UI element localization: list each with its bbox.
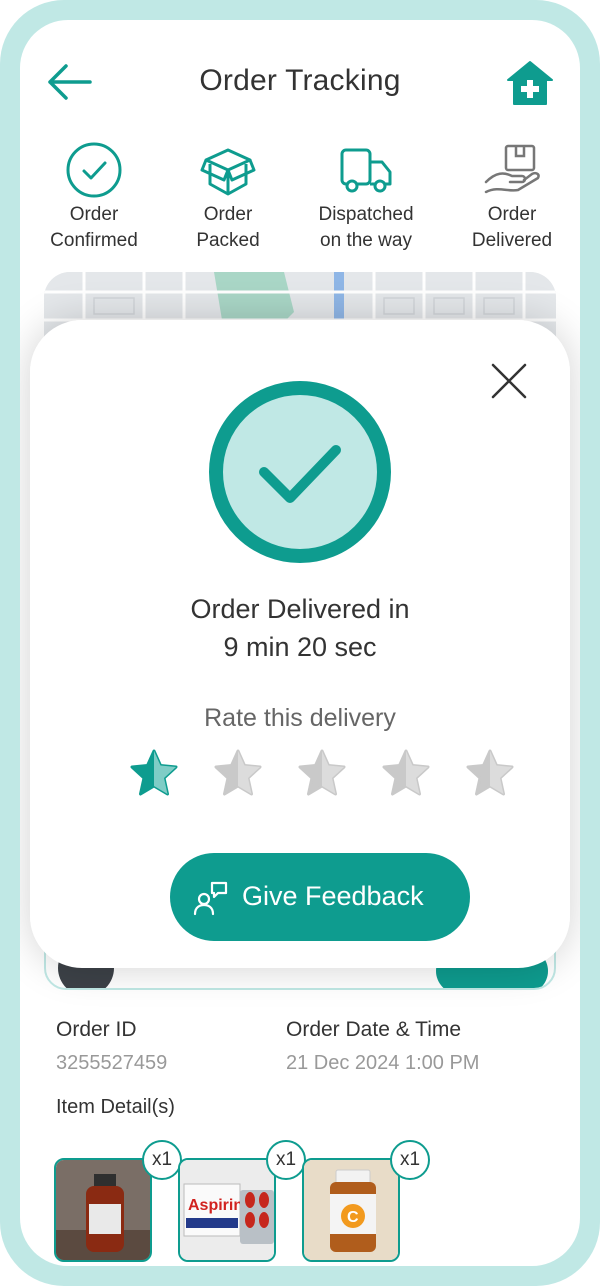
screen: Order Tracking Order Confirmed Order Pac… (20, 20, 580, 1266)
step-label-line1: Dispatched (318, 204, 414, 225)
close-button[interactable] (486, 358, 532, 404)
item-quantity-badge: x1 (266, 1140, 306, 1180)
step-label-line2: on the way (320, 230, 412, 251)
step-label-line1: Order (487, 204, 537, 225)
step-label-line1: Order (69, 204, 119, 225)
step-label-line2: Delivered (471, 230, 553, 251)
item-quantity-badge: x1 (142, 1140, 182, 1180)
delivery-duration: 9 min 20 sec (223, 632, 377, 662)
star-icon-1[interactable] (128, 748, 180, 798)
hand-box-icon (484, 144, 540, 194)
page-title: Order Tracking (199, 64, 401, 97)
rate-delivery-label: Rate this delivery (204, 704, 396, 732)
item-thumbnail-aspirin[interactable]: Aspirin (178, 1158, 276, 1262)
medicine-bottle-image (56, 1160, 150, 1260)
star-rating (106, 748, 514, 800)
step-dispatched: Dispatched on the way (296, 140, 436, 254)
step-order-delivered: Order Delivered (442, 140, 580, 254)
item-quantity-badge: x1 (390, 1140, 430, 1180)
svg-text:Aspirin: Aspirin (188, 1197, 243, 1214)
header: Order Tracking (20, 20, 580, 140)
order-id-value: 3255527459 (56, 1052, 168, 1074)
item-thumbnail-vitamin-c[interactable]: C (302, 1158, 400, 1262)
truck-icon (340, 148, 392, 193)
step-label-line2: Confirmed (50, 230, 138, 251)
order-date-label: Order Date & Time (286, 1018, 462, 1041)
svg-text:C: C (347, 1209, 359, 1226)
star-icon-2[interactable] (212, 748, 264, 798)
order-date-value: 21 Dec 2024 1:00 PM (286, 1052, 480, 1074)
item-list: x1 Aspirin x1 C x1 (54, 1138, 554, 1262)
give-feedback-label: Give Feedback (242, 881, 424, 911)
home-medical-icon (507, 61, 553, 105)
step-order-confirmed: Order Confirmed (24, 140, 164, 254)
step-label-line2: Packed (196, 230, 260, 251)
feedback-chat-icon (193, 881, 228, 916)
delivery-time-message: Order Delivered in 9 min 20 sec (30, 590, 570, 666)
item-details-label: Item Detail(s) (56, 1096, 175, 1118)
give-feedback-button[interactable]: Give Feedback (170, 853, 470, 941)
delivery-message-line: Order Delivered in (190, 594, 410, 624)
order-progress-steps: Order Confirmed Order Packed Dispatched … (20, 140, 580, 280)
order-id-label: Order ID (56, 1018, 137, 1041)
vitamin-c-bottle-image: C (304, 1160, 398, 1260)
close-icon (491, 363, 527, 399)
box-icon (200, 148, 256, 196)
star-icon-4[interactable] (380, 748, 432, 798)
item-thumbnail-bottle[interactable] (54, 1158, 152, 1262)
step-order-packed: Order Packed (158, 140, 298, 254)
aspirin-box-image: Aspirin (180, 1160, 274, 1260)
check-circle-icon (66, 142, 122, 198)
star-icon-5[interactable] (464, 748, 516, 798)
phone-frame: Order Tracking Order Confirmed Order Pac… (0, 0, 600, 1286)
home-button[interactable] (504, 58, 556, 108)
star-icon-3[interactable] (296, 748, 348, 798)
step-label-line1: Order (203, 204, 253, 225)
delivery-complete-modal: Order Delivered in 9 min 20 sec Rate thi… (30, 320, 570, 968)
success-check-icon (209, 381, 391, 563)
